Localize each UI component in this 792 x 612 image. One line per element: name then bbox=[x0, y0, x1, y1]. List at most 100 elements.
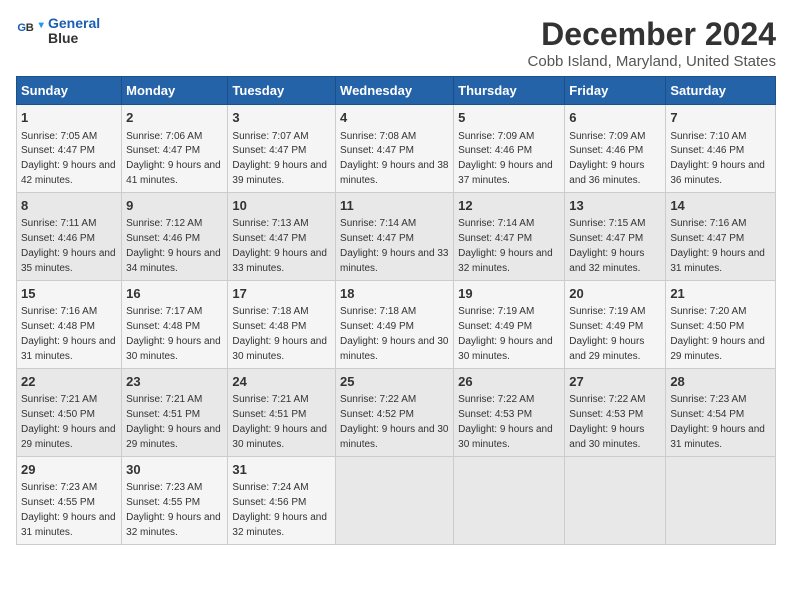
header-saturday: Saturday bbox=[666, 77, 776, 105]
sunset: Sunset: 4:52 PM bbox=[340, 409, 414, 420]
header-sunday: Sunday bbox=[17, 77, 122, 105]
sunrise: Sunrise: 7:15 AM bbox=[569, 218, 645, 229]
daylight: Daylight: 9 hours and 36 minutes. bbox=[569, 160, 644, 186]
daylight: Daylight: 9 hours and 30 minutes. bbox=[126, 336, 221, 362]
day-number: 26 bbox=[458, 373, 560, 391]
sunset: Sunset: 4:46 PM bbox=[670, 145, 744, 156]
sunset: Sunset: 4:48 PM bbox=[21, 321, 95, 332]
calendar-cell: 2Sunrise: 7:06 AMSunset: 4:47 PMDaylight… bbox=[122, 105, 228, 193]
daylight: Daylight: 9 hours and 31 minutes. bbox=[670, 248, 765, 274]
day-number: 16 bbox=[126, 285, 223, 303]
sunset: Sunset: 4:50 PM bbox=[21, 409, 95, 420]
sunrise: Sunrise: 7:05 AM bbox=[21, 131, 97, 142]
day-number: 15 bbox=[21, 285, 117, 303]
calendar-cell: 28Sunrise: 7:23 AMSunset: 4:54 PMDayligh… bbox=[666, 368, 776, 456]
sunrise: Sunrise: 7:16 AM bbox=[670, 218, 746, 229]
calendar-cell: 20Sunrise: 7:19 AMSunset: 4:49 PMDayligh… bbox=[565, 280, 666, 368]
sunrise: Sunrise: 7:16 AM bbox=[21, 306, 97, 317]
sunrise: Sunrise: 7:22 AM bbox=[458, 394, 534, 405]
day-number: 7 bbox=[670, 109, 771, 127]
daylight: Daylight: 9 hours and 31 minutes. bbox=[670, 424, 765, 450]
day-number: 30 bbox=[126, 461, 223, 479]
header-thursday: Thursday bbox=[454, 77, 565, 105]
day-number: 2 bbox=[126, 109, 223, 127]
week-row-3: 15 Sunrise: 7:16 AM Sunset: 4:48 PM Dayligh… bbox=[17, 280, 776, 368]
sunset: Sunset: 4:46 PM bbox=[126, 233, 200, 244]
sunset: Sunset: 4:47 PM bbox=[232, 233, 306, 244]
header-wednesday: Wednesday bbox=[336, 77, 454, 105]
calendar-table: SundayMondayTuesdayWednesdayThursdayFrid… bbox=[16, 76, 776, 545]
daylight: Daylight: 9 hours and 29 minutes. bbox=[126, 424, 221, 450]
calendar-cell: 15Sunrise: 7:16 AMSunset: 4:48 PMDayligh… bbox=[17, 280, 122, 368]
sunrise: Sunrise: 7:09 AM bbox=[458, 131, 534, 142]
daylight: Daylight: 9 hours and 30 minutes. bbox=[340, 336, 448, 362]
sunset: Sunset: 4:47 PM bbox=[340, 233, 414, 244]
sunset: Sunset: 4:46 PM bbox=[569, 145, 643, 156]
day-number: 22 bbox=[21, 373, 117, 391]
daylight: Daylight: 9 hours and 32 minutes. bbox=[458, 248, 553, 274]
logo-line1: General bbox=[48, 16, 100, 31]
daylight: Daylight: 9 hours and 38 minutes. bbox=[340, 160, 448, 186]
sunrise: Sunrise: 7:21 AM bbox=[232, 394, 308, 405]
calendar-cell: 16Sunrise: 7:17 AMSunset: 4:48 PMDayligh… bbox=[122, 280, 228, 368]
day-number: 4 bbox=[340, 109, 449, 127]
sunset: Sunset: 4:56 PM bbox=[232, 497, 306, 508]
week-row-5: 29Sunrise: 7:23 AMSunset: 4:55 PMDayligh… bbox=[17, 456, 776, 544]
calendar-cell bbox=[666, 456, 776, 544]
daylight: Daylight: 9 hours and 31 minutes. bbox=[21, 512, 116, 538]
calendar-cell: 7 Sunrise: 7:10 AM Sunset: 4:46 PM Daylight… bbox=[666, 105, 776, 193]
day-number: 14 bbox=[670, 197, 771, 215]
daylight: Daylight: 9 hours and 34 minutes. bbox=[126, 248, 221, 274]
calendar-cell: 22Sunrise: 7:21 AMSunset: 4:50 PMDayligh… bbox=[17, 368, 122, 456]
calendar-cell: 1Sunrise: 7:05 AMSunset: 4:47 PMDaylight… bbox=[17, 105, 122, 193]
day-number: 23 bbox=[126, 373, 223, 391]
calendar-cell: 4Sunrise: 7:08 AMSunset: 4:47 PMDaylight… bbox=[336, 105, 454, 193]
day-number: 21 bbox=[670, 285, 771, 303]
daylight: Daylight: 9 hours and 32 minutes. bbox=[569, 248, 644, 274]
sunset: Sunset: 4:47 PM bbox=[126, 145, 200, 156]
page-subtitle: Cobb Island, Maryland, United States bbox=[528, 53, 776, 70]
calendar-header-row: SundayMondayTuesdayWednesdayThursdayFrid… bbox=[17, 77, 776, 105]
sunrise: Sunrise: 7:23 AM bbox=[670, 394, 746, 405]
svg-text:G: G bbox=[17, 22, 26, 34]
day-number: 11 bbox=[340, 197, 449, 215]
header-monday: Monday bbox=[122, 77, 228, 105]
calendar-cell: 26Sunrise: 7:22 AMSunset: 4:53 PMDayligh… bbox=[454, 368, 565, 456]
sunrise: Sunrise: 7:18 AM bbox=[232, 306, 308, 317]
sunrise: Sunrise: 7:23 AM bbox=[126, 482, 202, 493]
day-number: 17 bbox=[232, 285, 331, 303]
sunset: Sunset: 4:48 PM bbox=[126, 321, 200, 332]
calendar-cell bbox=[454, 456, 565, 544]
sunset: Sunset: 4:49 PM bbox=[458, 321, 532, 332]
day-number: 31 bbox=[232, 461, 331, 479]
daylight: Daylight: 9 hours and 30 minutes. bbox=[232, 424, 327, 450]
daylight: Daylight: 9 hours and 37 minutes. bbox=[458, 160, 553, 186]
daylight: Daylight: 9 hours and 36 minutes. bbox=[670, 160, 765, 186]
sunrise: Sunrise: 7:23 AM bbox=[21, 482, 97, 493]
sunrise: Sunrise: 7:22 AM bbox=[569, 394, 645, 405]
calendar-cell: 24Sunrise: 7:21 AMSunset: 4:51 PMDayligh… bbox=[228, 368, 336, 456]
sunrise: Sunrise: 7:08 AM bbox=[340, 131, 416, 142]
sunset: Sunset: 4:50 PM bbox=[670, 321, 744, 332]
day-number: 6 bbox=[569, 109, 661, 127]
day-number: 27 bbox=[569, 373, 661, 391]
calendar-cell: 17Sunrise: 7:18 AMSunset: 4:48 PMDayligh… bbox=[228, 280, 336, 368]
daylight: Daylight: 9 hours and 30 minutes. bbox=[232, 336, 327, 362]
sunset: Sunset: 4:49 PM bbox=[340, 321, 414, 332]
day-number: 20 bbox=[569, 285, 661, 303]
sunrise: Sunrise: 7:22 AM bbox=[340, 394, 416, 405]
sunrise: Sunrise: 7:14 AM bbox=[458, 218, 534, 229]
sunrise: Sunrise: 7:10 AM bbox=[670, 131, 746, 142]
sunset: Sunset: 4:53 PM bbox=[458, 409, 532, 420]
sunset: Sunset: 4:47 PM bbox=[670, 233, 744, 244]
day-number: 3 bbox=[232, 109, 331, 127]
calendar-cell: 29Sunrise: 7:23 AMSunset: 4:55 PMDayligh… bbox=[17, 456, 122, 544]
day-number: 10 bbox=[232, 197, 331, 215]
daylight: Daylight: 9 hours and 30 minutes. bbox=[458, 336, 553, 362]
calendar-cell: 12Sunrise: 7:14 AMSunset: 4:47 PMDayligh… bbox=[454, 192, 565, 280]
week-row-4: 22 Sunrise: 7:21 AM Sunset: 4:50 PM Dayligh… bbox=[17, 368, 776, 456]
sunrise: Sunrise: 7:07 AM bbox=[232, 131, 308, 142]
sunset: Sunset: 4:53 PM bbox=[569, 409, 643, 420]
logo-line2: Blue bbox=[48, 31, 100, 46]
calendar-cell: 23Sunrise: 7:21 AMSunset: 4:51 PMDayligh… bbox=[122, 368, 228, 456]
